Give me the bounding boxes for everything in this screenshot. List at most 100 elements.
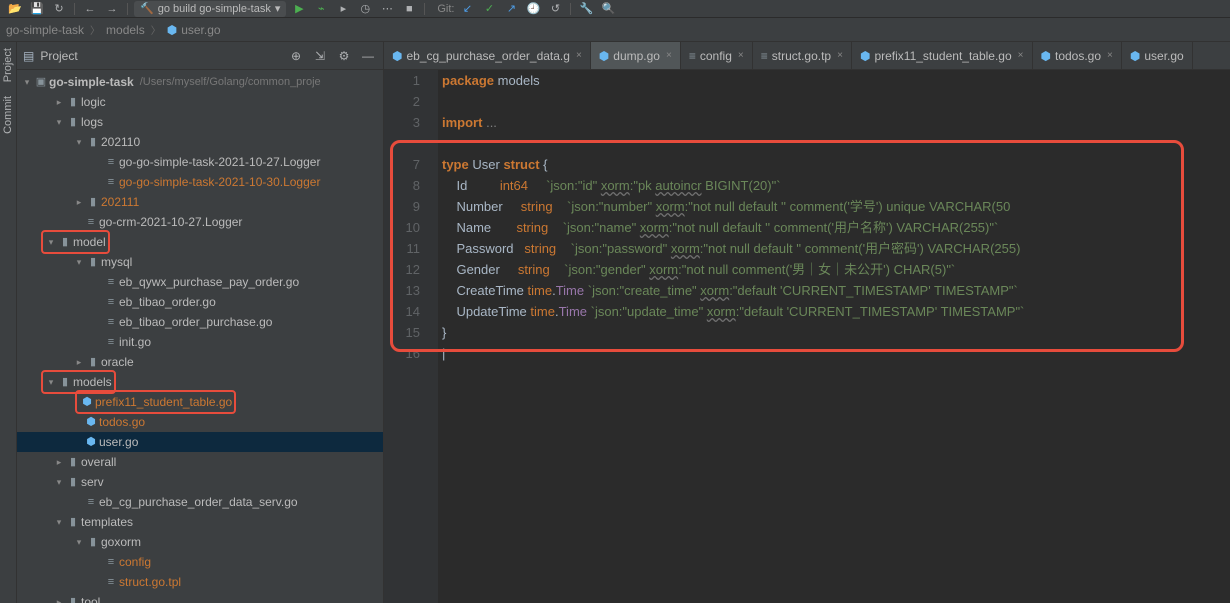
editor-tab[interactable]: ≡config× (681, 42, 753, 70)
editor-tab[interactable]: ⬢user.go (1122, 42, 1193, 70)
main-toolbar: 📂 💾 ↻ ← → 🔨 go build go-simple-task ▾ ▶ … (0, 0, 1230, 18)
file-icon: ≡ (689, 49, 696, 63)
chevron-right-icon: 〉 (90, 22, 100, 37)
editor-tab[interactable]: ≡struct.go.tp× (753, 42, 852, 70)
tree-folder[interactable]: ▾▮templates (17, 512, 383, 532)
tree-folder-model[interactable]: ▾▮model (17, 232, 383, 252)
tree-file[interactable]: ≡init.go (17, 332, 383, 352)
separator (570, 3, 571, 15)
close-icon[interactable]: × (1018, 50, 1024, 61)
git-rollback-icon[interactable]: ↺ (546, 1, 564, 17)
tree-file[interactable]: ≡go-go-simple-task-2021-10-27.Logger (17, 152, 383, 172)
code-editor[interactable]: 123 78910 11121314 1516 package models i… (384, 70, 1230, 603)
fold-gutter (426, 70, 438, 603)
debug-icon[interactable]: ⌁ (312, 1, 330, 17)
project-panel-title: Project (40, 49, 77, 63)
go-file-icon: ⬢ (392, 49, 402, 63)
project-tool-button[interactable]: Project (2, 46, 14, 84)
coverage-icon[interactable]: ▸ (334, 1, 352, 17)
forward-icon[interactable]: → (103, 1, 121, 17)
close-icon[interactable]: × (1107, 50, 1113, 61)
close-icon[interactable]: × (666, 50, 672, 61)
run-config-label: go build go-simple-task (158, 3, 271, 15)
tree-file[interactable]: ≡go-crm-2021-10-27.Logger (17, 212, 383, 232)
expand-icon[interactable]: ⇲ (311, 49, 329, 63)
project-panel: ▤ Project ⊕ ⇲ ⚙ — ▾▣go-simple-task/Users… (17, 42, 384, 603)
tree-folder-models[interactable]: ▾▮models (17, 372, 383, 392)
tree-file[interactable]: ≡eb_cg_purchase_order_data_serv.go (17, 492, 383, 512)
editor-tab[interactable]: ⬢eb_cg_purchase_order_data.g× (384, 42, 591, 70)
profile-icon[interactable]: ◷ (356, 1, 374, 17)
git-update-icon[interactable]: ↙ (458, 1, 476, 17)
crumb-file[interactable]: ⬢ user.go (167, 23, 221, 37)
tree-folder[interactable]: ▸▮logic (17, 92, 383, 112)
crumb-project[interactable]: go-simple-task (6, 23, 84, 37)
tree-folder[interactable]: ▸▮202111 (17, 192, 383, 212)
git-push-icon[interactable]: ↗ (502, 1, 520, 17)
project-icon: ▤ (23, 49, 34, 63)
editor-tab[interactable]: ⬢prefix11_student_table.go× (852, 42, 1033, 70)
tool-window-strip: Project Commit (0, 42, 17, 603)
file-icon: ≡ (761, 49, 768, 63)
stop-icon[interactable]: ■ (400, 1, 418, 17)
attach-icon[interactable]: ⋯ (378, 1, 396, 17)
git-label: Git: (437, 3, 454, 15)
back-icon[interactable]: ← (81, 1, 99, 17)
separator (74, 3, 75, 15)
go-file-icon: ⬢ (167, 23, 177, 37)
run-config-selector[interactable]: 🔨 go build go-simple-task ▾ (134, 1, 286, 17)
project-panel-header: ▤ Project ⊕ ⇲ ⚙ — (17, 42, 383, 70)
gear-icon[interactable]: ⚙ (335, 49, 353, 63)
tree-file[interactable]: ≡config (17, 552, 383, 572)
tree-folder[interactable]: ▾▮logs (17, 112, 383, 132)
go-file-icon: ⬢ (1130, 49, 1140, 63)
tree-folder[interactable]: ▾▮serv (17, 472, 383, 492)
ide-settings-icon[interactable]: 🔧 (577, 1, 595, 17)
go-file-icon: ⬢ (860, 49, 870, 63)
git-commit-icon[interactable]: ✓ (480, 1, 498, 17)
tree-folder[interactable]: ▾▮202110 (17, 132, 383, 152)
tree-file[interactable]: ⬢todos.go (17, 412, 383, 432)
tree-file[interactable]: ≡eb_tibao_order_purchase.go (17, 312, 383, 332)
go-file-icon: ⬢ (599, 49, 609, 63)
chevron-down-icon: ▾ (275, 2, 281, 15)
open-icon[interactable]: 📂 (6, 1, 24, 17)
search-icon[interactable]: 🔍 (599, 1, 617, 17)
tree-file[interactable]: ≡eb_qywx_purchase_pay_order.go (17, 272, 383, 292)
editor-area: ⬢eb_cg_purchase_order_data.g× ⬢dump.go× … (384, 42, 1230, 603)
tree-folder[interactable]: ▾▮mysql (17, 252, 383, 272)
hammer-icon: 🔨 (140, 2, 154, 15)
editor-tabs: ⬢eb_cg_purchase_order_data.g× ⬢dump.go× … (384, 42, 1230, 70)
project-tree[interactable]: ▾▣go-simple-task/Users/myself/Golang/com… (17, 70, 383, 603)
locate-icon[interactable]: ⊕ (287, 49, 305, 63)
tree-file-prefix11[interactable]: ⬢prefix11_student_table.go (17, 392, 383, 412)
save-icon[interactable]: 💾 (28, 1, 46, 17)
refresh-icon[interactable]: ↻ (50, 1, 68, 17)
close-icon[interactable]: × (576, 50, 582, 61)
hide-icon[interactable]: — (359, 49, 377, 63)
commit-tool-button[interactable]: Commit (2, 94, 14, 136)
close-icon[interactable]: × (738, 50, 744, 61)
crumb-folder[interactable]: models (106, 23, 145, 37)
tree-file[interactable]: ≡struct.go.tpl (17, 572, 383, 592)
tree-folder[interactable]: ▸▮oracle (17, 352, 383, 372)
tree-root[interactable]: ▾▣go-simple-task/Users/myself/Golang/com… (17, 72, 383, 92)
chevron-right-icon: 〉 (151, 22, 161, 37)
tree-file[interactable]: ≡go-go-simple-task-2021-10-30.Logger (17, 172, 383, 192)
run-icon[interactable]: ▶ (290, 1, 308, 17)
editor-tab[interactable]: ⬢todos.go× (1033, 42, 1122, 70)
tree-folder[interactable]: ▸▮tool (17, 592, 383, 603)
tree-folder[interactable]: ▸▮overall (17, 452, 383, 472)
tree-file[interactable]: ≡eb_tibao_order.go (17, 292, 383, 312)
separator (424, 3, 425, 15)
git-history-icon[interactable]: 🕘 (524, 1, 542, 17)
editor-tab[interactable]: ⬢dump.go× (591, 42, 681, 70)
close-icon[interactable]: × (837, 50, 843, 61)
breadcrumb: go-simple-task 〉 models 〉 ⬢ user.go (0, 18, 1230, 42)
line-gutter: 123 78910 11121314 1516 (384, 70, 426, 603)
tree-folder[interactable]: ▾▮goxorm (17, 532, 383, 552)
go-file-icon: ⬢ (1041, 49, 1051, 63)
code-content[interactable]: package models import ... type User stru… (438, 70, 1230, 603)
separator (127, 3, 128, 15)
tree-file-user[interactable]: ⬢user.go (17, 432, 383, 452)
